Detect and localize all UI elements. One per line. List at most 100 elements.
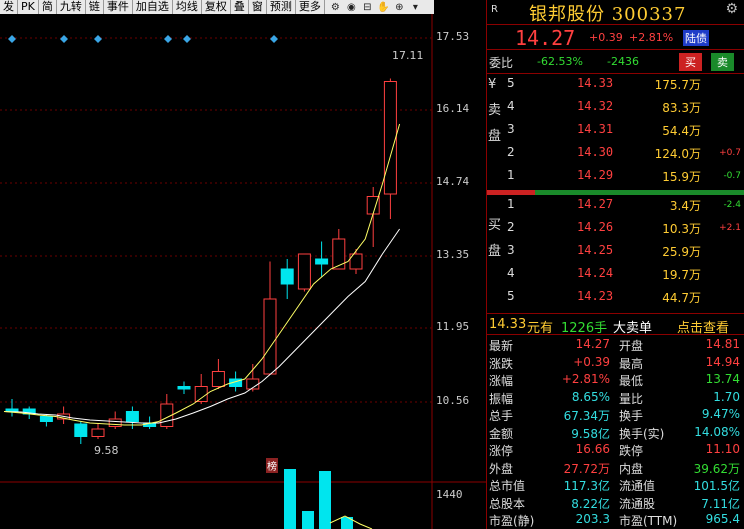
lu-bond-tag[interactable]: 陆债 — [683, 30, 709, 46]
stat-key: 最低 — [619, 374, 644, 388]
stat-value: 13.74 — [705, 372, 740, 386]
chart-toolbar: 发 PK 简 九转 链 事件 加自选 均线 复权 叠 窗 预测 更多 ⚙ ◉ ⊟… — [0, 0, 434, 14]
sell-row-4[interactable]: 4 14.32 83.3万 — [507, 99, 743, 119]
stat-key: 流通股 — [619, 496, 656, 511]
sell-row-3[interactable]: 3 14.31 54.4万 — [507, 122, 743, 142]
tb-item-3[interactable]: 九转 — [57, 0, 86, 14]
stat-key: 涨停 — [489, 444, 514, 458]
stat-value: 14.08% — [694, 424, 740, 439]
buy-row-2[interactable]: 2 14.26 10.3万 +2.1 — [507, 220, 743, 240]
weibi-label: 委比 — [489, 56, 514, 70]
trade-type: 大卖单 — [613, 321, 653, 336]
event-marker — [183, 35, 191, 43]
event-marker — [60, 35, 68, 43]
eye-icon[interactable]: ◉ — [345, 1, 358, 14]
stat-value: 67.34万 — [563, 409, 610, 423]
kline-chart[interactable]: 17.53 16.14 14.74 13.35 11.95 10.56 1440… — [0, 14, 486, 529]
candle-body — [125, 411, 139, 422]
bang-badge[interactable]: 榜 — [266, 458, 278, 473]
price-bar: 14.27 +0.39 +2.81% 陆债 — [487, 24, 744, 50]
gear-icon[interactable]: ⚙ — [725, 1, 738, 17]
basket-icon[interactable]: ⊟ — [361, 1, 374, 14]
buy-row-1[interactable]: 1 14.27 3.4万 -2.4 — [507, 197, 743, 217]
tb-item-6[interactable]: 加自选 — [133, 0, 173, 14]
stat-key: 总手 — [489, 409, 514, 423]
ma5-line — [3, 123, 401, 426]
buy-row-5[interactable]: 5 14.23 44.7万 — [507, 289, 743, 309]
volume-bar — [319, 471, 331, 529]
stat-value: 117.3亿 — [563, 479, 610, 493]
stat-key: 涨跌 — [489, 356, 514, 371]
candle-body — [211, 371, 225, 387]
tb-item-12[interactable]: 更多 — [296, 0, 325, 14]
stat-key: 开盘 — [619, 339, 644, 353]
stat-value: 11.10 — [705, 442, 740, 456]
sell-button[interactable]: 卖 — [711, 53, 734, 71]
event-marker — [94, 35, 102, 43]
stat-value: 1.70 — [713, 389, 740, 404]
stat-key: 最新 — [489, 339, 514, 353]
stat-key: 换手 — [619, 409, 644, 423]
sell-side-label: ¥ 卖盘 — [488, 77, 502, 144]
stat-value: 14.94 — [705, 354, 740, 369]
stat-value: 16.66 — [575, 442, 610, 456]
tb-item-4[interactable]: 链 — [86, 0, 104, 14]
buy-row-3[interactable]: 3 14.25 25.9万 — [507, 243, 743, 263]
stat-value: 101.5亿 — [693, 479, 740, 493]
tb-item-11[interactable]: 预测 — [267, 0, 296, 14]
tb-item-10[interactable]: 窗 — [249, 0, 267, 14]
stat-value: 14.27 — [575, 337, 610, 351]
stat-key: 最高 — [619, 356, 644, 371]
stat-key: 市盈(TTM) — [619, 514, 678, 528]
sell-row-1[interactable]: 1 14.29 15.9万 -0.7 — [507, 168, 743, 188]
low-label: 9.58 — [94, 444, 119, 457]
stat-key: 总市值 — [489, 479, 526, 493]
y-tick-3: 13.35 — [436, 248, 470, 261]
sell-book: ¥ 卖盘 5 14.33 175.7万 4 14.32 83.3万 3 14.31 54.4万… — [487, 74, 744, 190]
trade-qty: 1226手 — [561, 321, 608, 336]
stat-key: 跌停 — [619, 444, 644, 458]
weibi-ratio: -62.53% — [537, 55, 583, 68]
sell-row-5[interactable]: 5 14.33 175.7万 — [507, 76, 743, 96]
candle-body — [39, 416, 53, 422]
weibi-row: 委比 -62.53% -2436 买 卖 — [487, 50, 744, 74]
stat-value: 8.65% — [571, 389, 610, 404]
gear-icon[interactable]: ⚙ — [329, 1, 342, 14]
stat-value: 27.72万 — [563, 461, 610, 476]
tb-item-0[interactable]: 发 — [0, 0, 18, 14]
weibi-diff: -2436 — [607, 55, 639, 68]
current-price: 14.27 — [515, 26, 576, 50]
tb-item-1[interactable]: PK — [18, 0, 39, 14]
arrow-down-icon[interactable]: ▾ — [409, 1, 422, 14]
stat-key: 市盈(静) — [489, 514, 535, 528]
hand-icon[interactable]: ✋ — [377, 1, 390, 14]
tb-item-7[interactable]: 均线 — [173, 0, 202, 14]
y-tick-4: 11.95 — [436, 320, 470, 333]
stat-key: 内盘 — [619, 461, 644, 476]
stock-header: R 银邦股份 300337 ⚙ — [487, 0, 744, 25]
stat-value: 9.47% — [701, 407, 740, 421]
candle-body — [315, 258, 329, 265]
kline-svg — [0, 14, 486, 529]
tb-item-2[interactable]: 简 — [39, 0, 57, 14]
candle-body — [108, 418, 122, 427]
stat-value: +2.81% — [561, 372, 610, 386]
stat-value: 8.22亿 — [571, 496, 610, 511]
sell-row-2[interactable]: 2 14.30 124.0万 +0.7 — [507, 145, 743, 165]
zoom-in-icon[interactable]: ⊕ — [393, 1, 406, 14]
candle-body — [74, 423, 88, 437]
stat-key: 换手(实) — [619, 426, 665, 441]
tb-item-9[interactable]: 叠 — [231, 0, 249, 14]
buy-button[interactable]: 买 — [679, 53, 702, 71]
stat-key: 振幅 — [489, 391, 514, 406]
tb-item-8[interactable]: 复权 — [202, 0, 231, 14]
stat-value: 965.4 — [705, 512, 740, 526]
quote-panel: R 银邦股份 300337 ⚙ 14.27 +0.39 +2.81% 陆债 委比… — [486, 0, 744, 529]
y-tick-0: 17.53 — [436, 30, 470, 43]
big-trade-row: 14.33 元有 1226手 大卖单 点击查看 — [487, 313, 744, 336]
buy-row-4[interactable]: 4 14.24 19.7万 — [507, 266, 743, 286]
y-tick-5: 10.56 — [436, 394, 470, 407]
stat-key: 涨幅 — [489, 374, 514, 388]
tb-item-5[interactable]: 事件 — [104, 0, 133, 14]
view-detail-link[interactable]: 点击查看 — [677, 317, 729, 336]
